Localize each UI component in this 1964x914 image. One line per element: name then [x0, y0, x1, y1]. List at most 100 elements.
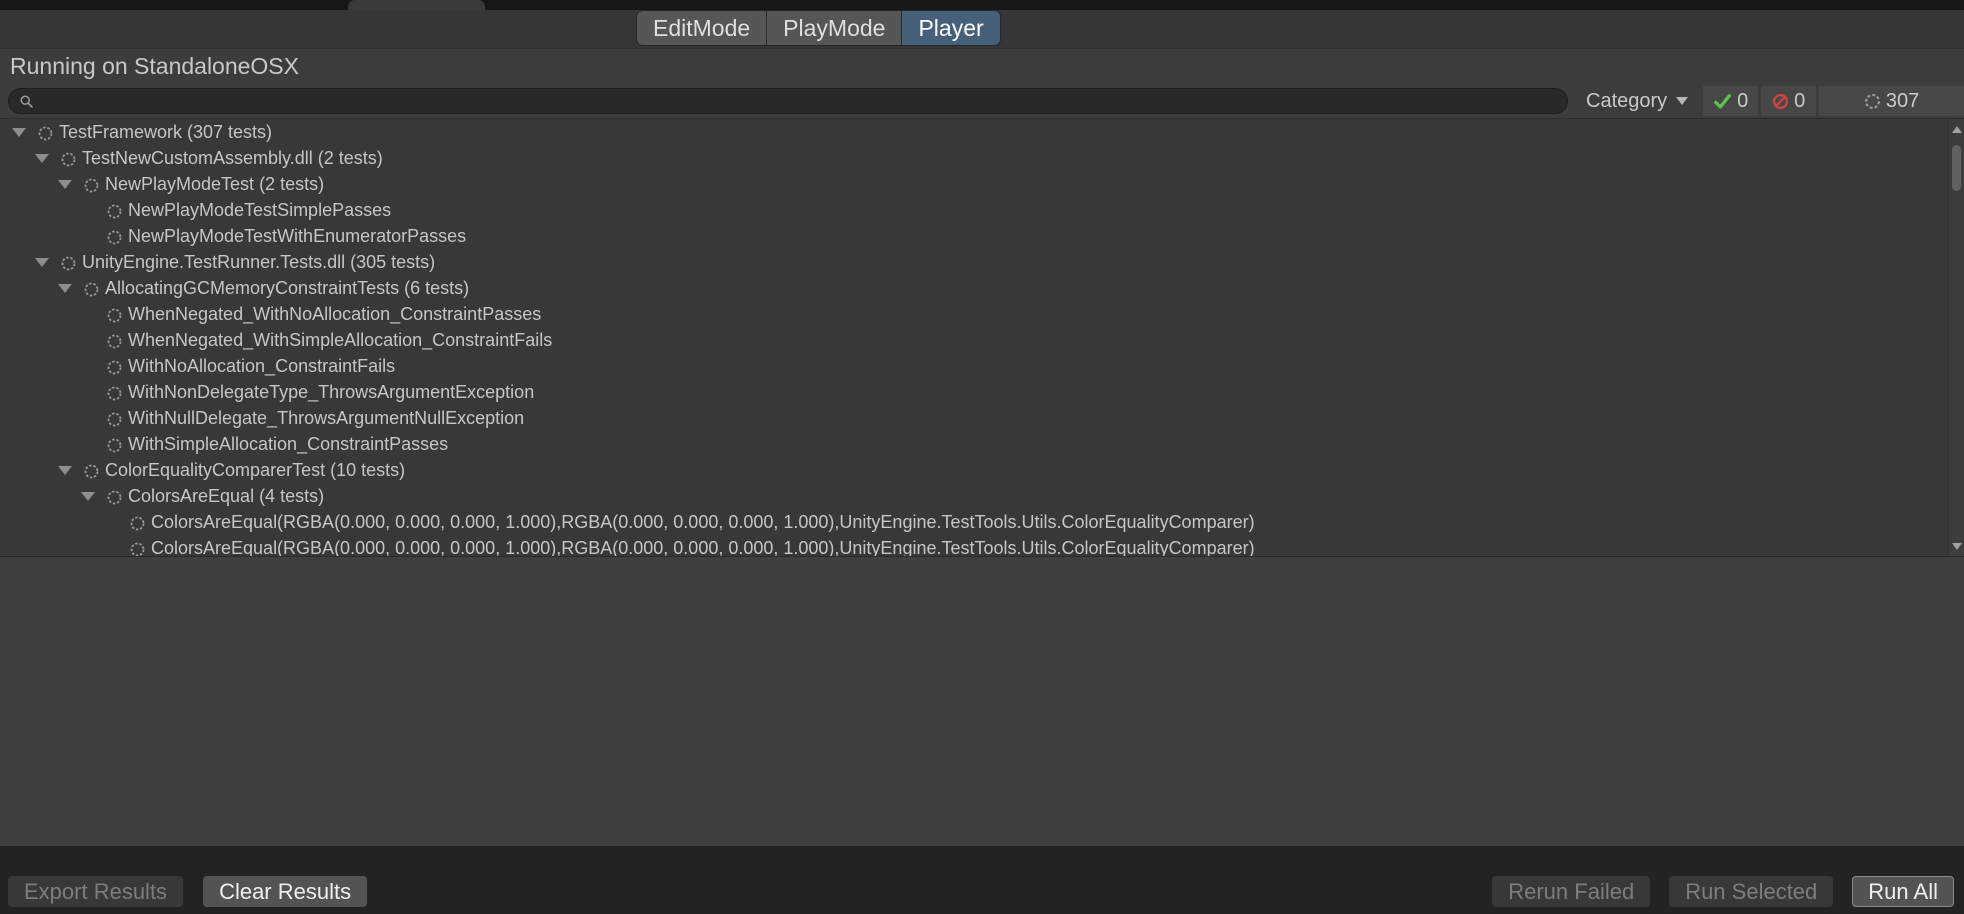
test-name: UnityEngine.TestRunner.Tests.dll (305 te… [82, 252, 435, 273]
test-tree-row[interactable]: TestNewCustomAssembly.dll (2 tests) [0, 145, 1948, 171]
test-status-not-run-icon [107, 437, 122, 452]
test-name: TestNewCustomAssembly.dll (2 tests) [82, 148, 383, 169]
test-status-not-run-icon [130, 515, 145, 530]
footer-toolbar: Export Results Clear Results Rerun Failed… [0, 846, 1964, 914]
test-status-not-run-icon [107, 489, 122, 504]
chevron-down-icon [1676, 97, 1688, 105]
test-status-not-run-icon [61, 151, 76, 166]
test-name: ColorsAreEqual(RGBA(0.000, 0.000, 0.000,… [151, 538, 1255, 557]
test-tree-row[interactable]: NewPlayModeTestSimplePasses [0, 197, 1948, 223]
run-all-button[interactable]: Run All [1852, 876, 1954, 907]
test-tree-row[interactable]: WithNonDelegateType_ThrowsArgumentExcept… [0, 379, 1948, 405]
scroll-thumb[interactable] [1952, 145, 1961, 191]
mode-tab-group: EditModePlayModePlayer [637, 11, 1000, 45]
scroll-down-button[interactable] [1949, 538, 1964, 554]
failed-count-button[interactable]: 0 [1761, 86, 1816, 116]
not-run-icon [1864, 93, 1881, 110]
test-status-not-run-icon [130, 541, 145, 556]
test-status-not-run-icon [107, 333, 122, 348]
test-name: WithNoAllocation_ConstraintFails [128, 356, 395, 377]
rerun-failed-button: Rerun Failed [1492, 876, 1650, 907]
test-tree-row[interactable]: WhenNegated_WithNoAllocation_ConstraintP… [0, 301, 1948, 327]
scroll-down-icon [1952, 543, 1962, 550]
test-name: AllocatingGCMemoryConstraintTests (6 tes… [105, 278, 469, 299]
test-name: ColorsAreEqual (4 tests) [128, 486, 324, 507]
not-run-count: 307 [1886, 90, 1919, 113]
mode-tab-bar: EditModePlayModePlayer [0, 10, 1964, 48]
scroll-up-icon [1952, 126, 1962, 133]
test-status-not-run-icon [61, 255, 76, 270]
test-name: ColorsAreEqual(RGBA(0.000, 0.000, 0.000,… [151, 512, 1255, 533]
category-label: Category [1586, 90, 1667, 113]
expand-collapse-icon[interactable] [58, 284, 72, 293]
not-run-count-button[interactable]: 307 [1819, 86, 1964, 116]
test-tree-row[interactable]: ColorEqualityComparerTest (10 tests) [0, 457, 1948, 483]
test-name: NewPlayModeTestWithEnumeratorPasses [128, 226, 466, 247]
test-runner-window: EditModePlayModePlayer Running on Standa… [0, 0, 1964, 914]
test-tree-row[interactable]: NewPlayModeTest (2 tests) [0, 171, 1948, 197]
test-tree-row[interactable]: WithNoAllocation_ConstraintFails [0, 353, 1948, 379]
expand-collapse-icon[interactable] [12, 128, 26, 137]
test-name: WithNonDelegateType_ThrowsArgumentExcept… [128, 382, 534, 403]
test-name: WithSimpleAllocation_ConstraintPasses [128, 434, 448, 455]
footer-left-buttons: Export Results Clear Results [8, 876, 367, 907]
failed-count: 0 [1794, 90, 1805, 113]
test-tree-row[interactable]: UnityEngine.TestRunner.Tests.dll (305 te… [0, 249, 1948, 275]
tree-scrollbar[interactable] [1948, 119, 1964, 556]
test-name: NewPlayModeTestSimplePasses [128, 200, 391, 221]
test-status-not-run-icon [84, 463, 99, 478]
pass-icon [1713, 92, 1732, 111]
test-status-not-run-icon [107, 359, 122, 374]
search-input[interactable] [40, 91, 1557, 112]
run-selected-button: Run Selected [1669, 876, 1833, 907]
expand-collapse-icon[interactable] [35, 258, 49, 267]
test-tree-row[interactable]: ColorsAreEqual(RGBA(0.000, 0.000, 0.000,… [0, 535, 1948, 556]
search-box[interactable] [8, 88, 1568, 114]
test-tree-row[interactable]: TestFramework (307 tests) [0, 119, 1948, 145]
scroll-up-button[interactable] [1949, 121, 1964, 137]
export-results-button: Export Results [8, 876, 183, 907]
test-tree-panel: TestFramework (307 tests) TestNewCustomAs… [0, 118, 1964, 556]
passed-count-button[interactable]: 0 [1703, 86, 1758, 116]
test-tree: TestFramework (307 tests) TestNewCustomAs… [0, 119, 1948, 556]
test-name: TestFramework (307 tests) [59, 122, 272, 143]
expand-collapse-icon[interactable] [58, 180, 72, 189]
test-detail-pane [0, 556, 1964, 846]
test-tree-row[interactable]: ColorsAreEqual(RGBA(0.000, 0.000, 0.000,… [0, 509, 1948, 535]
fail-icon [1772, 93, 1789, 110]
expand-collapse-icon[interactable] [58, 466, 72, 475]
category-dropdown[interactable]: Category [1576, 86, 1700, 116]
test-tree-row[interactable]: WithNullDelegate_ThrowsArgumentNullExcep… [0, 405, 1948, 431]
window-tab-notch [348, 0, 485, 10]
status-bar: Running on StandaloneOSX [0, 48, 1964, 84]
test-tree-row[interactable]: AllocatingGCMemoryConstraintTests (6 tes… [0, 275, 1948, 301]
passed-count: 0 [1737, 90, 1748, 113]
test-name: ColorEqualityComparerTest (10 tests) [105, 460, 405, 481]
test-tree-row[interactable]: WhenNegated_WithSimpleAllocation_Constra… [0, 327, 1948, 353]
test-name: WithNullDelegate_ThrowsArgumentNullExcep… [128, 408, 524, 429]
status-line: Running on StandaloneOSX [10, 53, 299, 80]
window-top-strip [0, 0, 1964, 10]
test-name: NewPlayModeTest (2 tests) [105, 174, 324, 195]
test-status-not-run-icon [107, 203, 122, 218]
mode-tab-player[interactable]: Player [901, 11, 999, 45]
test-status-not-run-icon [84, 281, 99, 296]
expand-collapse-icon[interactable] [81, 492, 95, 501]
test-name: WhenNegated_WithNoAllocation_ConstraintP… [128, 304, 541, 325]
mode-tab-playmode[interactable]: PlayMode [766, 11, 901, 45]
footer-right-buttons: Rerun Failed Run Selected Run All [1492, 876, 1954, 907]
test-tree-row[interactable]: NewPlayModeTestWithEnumeratorPasses [0, 223, 1948, 249]
test-status-not-run-icon [107, 411, 122, 426]
test-status-not-run-icon [38, 125, 53, 140]
result-count-filters: 0 0 307 [1700, 86, 1964, 116]
search-icon [19, 94, 34, 109]
clear-results-button[interactable]: Clear Results [203, 876, 367, 907]
mode-tab-editmode[interactable]: EditMode [637, 11, 766, 45]
test-name: WhenNegated_WithSimpleAllocation_Constra… [128, 330, 552, 351]
test-tree-row[interactable]: WithSimpleAllocation_ConstraintPasses [0, 431, 1948, 457]
expand-collapse-icon[interactable] [35, 154, 49, 163]
filter-toolbar: Category 0 0 307 [0, 84, 1964, 118]
test-tree-row[interactable]: ColorsAreEqual (4 tests) [0, 483, 1948, 509]
test-status-not-run-icon [84, 177, 99, 192]
test-status-not-run-icon [107, 307, 122, 322]
